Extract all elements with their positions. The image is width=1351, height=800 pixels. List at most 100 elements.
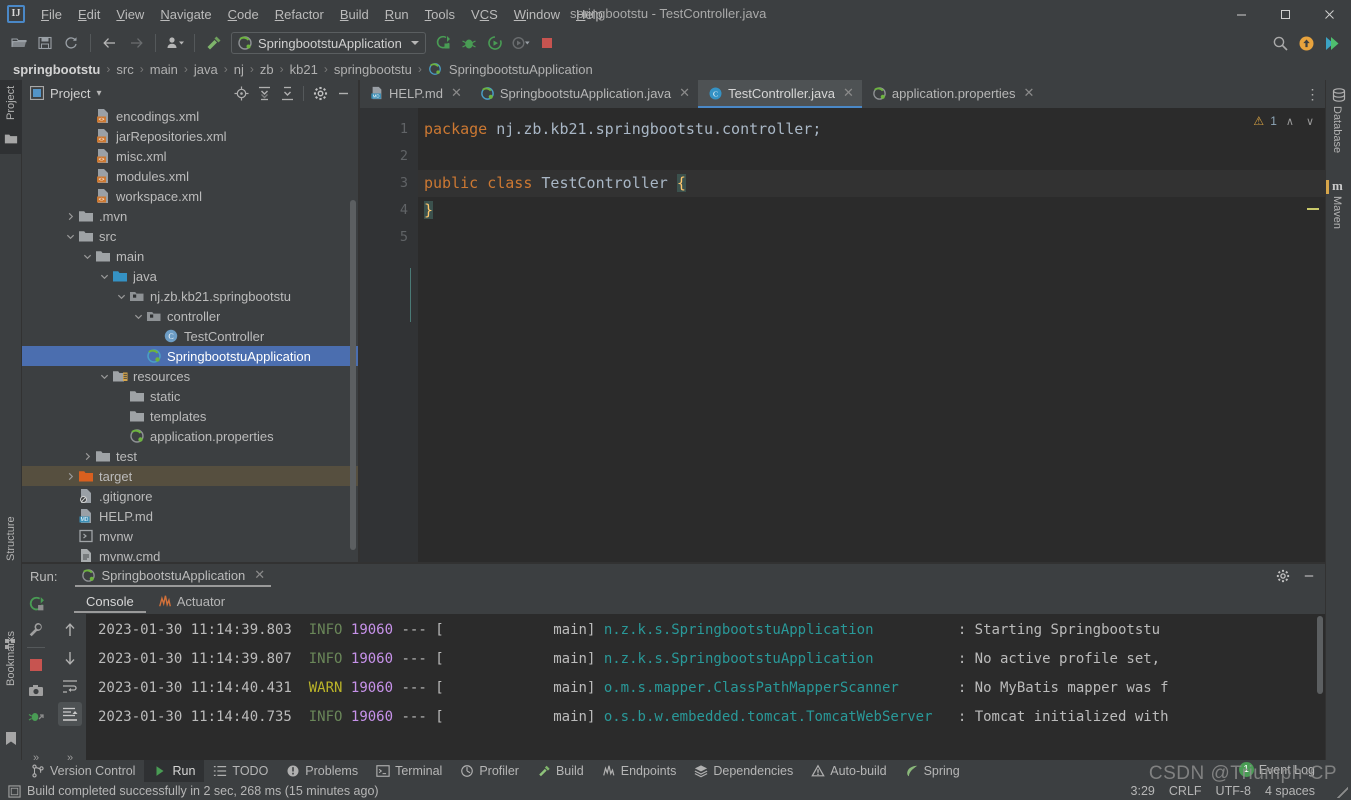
scroll-up-icon[interactable] bbox=[58, 618, 82, 642]
tool-window-button-dependencies[interactable]: Dependencies bbox=[685, 760, 802, 782]
next-problem-icon[interactable]: ∨ bbox=[1303, 115, 1317, 128]
breadcrumb-item-1[interactable]: src bbox=[113, 62, 136, 77]
wrench-icon[interactable] bbox=[24, 618, 48, 642]
chevron-down-icon[interactable] bbox=[98, 270, 110, 282]
menu-item-tools[interactable]: Tools bbox=[417, 4, 463, 25]
tree-node-misc-xml[interactable]: <> misc.xml bbox=[22, 146, 358, 166]
editor-tab-application-properties[interactable]: application.properties ✕ bbox=[862, 80, 1042, 108]
hide-panel-icon[interactable] bbox=[332, 82, 354, 104]
tree-node-controller[interactable]: controller bbox=[22, 306, 358, 326]
close-icon[interactable]: ✕ bbox=[254, 567, 265, 583]
code-editor[interactable]: 1 2 3 4 5 package nj.zb.kb21.springboots… bbox=[360, 108, 1325, 562]
tool-window-button-profiler[interactable]: Profiler bbox=[451, 760, 528, 782]
project-tree[interactable]: <> encodings.xml <> jarRepositories.xml <> mi… bbox=[22, 106, 358, 562]
ide-services-icon[interactable] bbox=[1319, 31, 1345, 55]
forward-arrow-icon[interactable] bbox=[123, 31, 149, 55]
caret-position[interactable]: 3:29 bbox=[1131, 784, 1155, 798]
tree-node-main[interactable]: main bbox=[22, 246, 358, 266]
breadcrumb-item-8[interactable]: SpringbootstuApplication bbox=[446, 62, 596, 77]
menu-item-window[interactable]: Window bbox=[506, 4, 568, 25]
menu-item-run[interactable]: Run bbox=[377, 4, 417, 25]
close-icon[interactable]: ✕ bbox=[451, 85, 462, 101]
breadcrumb-item-4[interactable]: nj bbox=[231, 62, 247, 77]
tool-window-button-run[interactable]: Run bbox=[144, 760, 205, 782]
close-icon[interactable]: ✕ bbox=[1024, 85, 1035, 101]
debug-thread-icon[interactable] bbox=[24, 705, 48, 729]
collapse-all-icon[interactable] bbox=[276, 82, 298, 104]
settings-gear-icon[interactable] bbox=[309, 82, 331, 104]
tool-window-button-terminal[interactable]: Terminal bbox=[367, 760, 451, 782]
tool-window-button-problems[interactable]: Problems bbox=[277, 760, 367, 782]
tree-node-mvn[interactable]: .mvn bbox=[22, 206, 358, 226]
tool-window-button-version-control[interactable]: Version Control bbox=[22, 760, 144, 782]
hammer-icon[interactable] bbox=[201, 31, 227, 55]
close-icon[interactable]: ✕ bbox=[843, 85, 854, 101]
menu-item-build[interactable]: Build bbox=[332, 4, 377, 25]
tool-window-button-todo[interactable]: TODO bbox=[204, 760, 277, 782]
tree-node-application-properties[interactable]: application.properties bbox=[22, 426, 358, 446]
chevron-right-icon[interactable] bbox=[64, 210, 76, 222]
chevron-right-icon[interactable] bbox=[64, 470, 76, 482]
menu-item-navigate[interactable]: Navigate bbox=[152, 4, 219, 25]
save-icon[interactable] bbox=[32, 31, 58, 55]
scroll-down-icon[interactable] bbox=[58, 646, 82, 670]
rerun-icon[interactable] bbox=[24, 592, 48, 616]
run-with-coverage-icon[interactable] bbox=[482, 31, 508, 55]
soft-wrap-icon[interactable] bbox=[58, 674, 82, 698]
tree-node-springbootstuapplication[interactable]: SpringbootstuApplication bbox=[22, 346, 358, 366]
editor-tab-springbootstuapplication-java[interactable]: SpringbootstuApplication.java ✕ bbox=[470, 80, 698, 108]
run-configuration-selector[interactable]: SpringbootstuApplication bbox=[231, 32, 426, 54]
maximize-button[interactable] bbox=[1263, 0, 1307, 28]
console-vertical-scrollbar[interactable] bbox=[1317, 616, 1323, 694]
chevron-down-icon[interactable] bbox=[132, 310, 144, 322]
tree-node-target[interactable]: target bbox=[22, 466, 358, 486]
hide-panel-icon[interactable] bbox=[1297, 564, 1321, 588]
tree-node-mvnw[interactable]: mvnw bbox=[22, 526, 358, 546]
debug-icon[interactable] bbox=[456, 31, 482, 55]
project-view-dropdown-icon[interactable]: ▾ bbox=[96, 88, 101, 99]
chevron-down-icon[interactable] bbox=[115, 290, 127, 302]
tool-window-button-endpoints[interactable]: Endpoints bbox=[593, 760, 686, 782]
tree-node-gitignore[interactable]: .gitignore bbox=[22, 486, 358, 506]
resize-grip[interactable] bbox=[1337, 787, 1348, 798]
chevron-down-icon[interactable] bbox=[81, 250, 93, 262]
menu-item-vcs[interactable]: VCS bbox=[463, 4, 506, 25]
minimize-button[interactable] bbox=[1219, 0, 1263, 28]
indent-setting[interactable]: 4 spaces bbox=[1265, 784, 1315, 798]
editor-gutter[interactable]: 1 2 3 4 5 bbox=[360, 108, 418, 562]
breadcrumb-item-6[interactable]: kb21 bbox=[287, 62, 321, 77]
chevron-down-icon[interactable] bbox=[98, 370, 110, 382]
scroll-to-end-icon[interactable] bbox=[58, 702, 82, 726]
camera-icon[interactable] bbox=[24, 679, 48, 703]
console-tab-actuator[interactable]: Actuator bbox=[146, 592, 237, 613]
tree-node-modules-xml[interactable]: <> modules.xml bbox=[22, 166, 358, 186]
stripe-label-database[interactable]: Database bbox=[1331, 106, 1343, 153]
tree-node-help-md[interactable]: MD HELP.md bbox=[22, 506, 358, 526]
profile-run-icon[interactable] bbox=[508, 31, 534, 55]
editor-marker-stripe-mark[interactable] bbox=[1307, 208, 1319, 210]
expand-all-icon[interactable] bbox=[253, 82, 275, 104]
tree-node-src[interactable]: src bbox=[22, 226, 358, 246]
chevron-down-icon[interactable] bbox=[64, 230, 76, 242]
search-icon[interactable] bbox=[1267, 31, 1293, 55]
tree-node-java[interactable]: java bbox=[22, 266, 358, 286]
run-icon[interactable] bbox=[430, 31, 456, 55]
locate-icon[interactable] bbox=[230, 82, 252, 104]
back-arrow-icon[interactable] bbox=[97, 31, 123, 55]
tree-node-workspace-xml[interactable]: <> workspace.xml bbox=[22, 186, 358, 206]
editor-tab-more-icon[interactable]: ⋮ bbox=[1301, 80, 1325, 108]
breadcrumb-item-5[interactable]: zb bbox=[257, 62, 277, 77]
console-tab-console[interactable]: Console bbox=[74, 592, 146, 613]
breadcrumb-item-3[interactable]: java bbox=[191, 62, 221, 77]
stripe-button-bookmarks[interactable]: Bookmarks bbox=[0, 625, 22, 717]
menu-item-file[interactable]: FFileile bbox=[33, 4, 70, 25]
breadcrumb-item-2[interactable]: main bbox=[147, 62, 181, 77]
code-content[interactable]: package nj.zb.kb21.springbootstu.control… bbox=[418, 108, 1325, 562]
stripe-label-maven[interactable]: Maven bbox=[1331, 196, 1343, 229]
inspection-widget[interactable]: ⚠ 1 ∧ ∨ bbox=[1253, 114, 1317, 128]
tree-node-nj-zb-kb21-springbootstu[interactable]: nj.zb.kb21.springbootstu bbox=[22, 286, 358, 306]
close-icon[interactable]: ✕ bbox=[679, 85, 690, 101]
profile-dropdown-icon[interactable] bbox=[162, 31, 188, 55]
tree-node-resources[interactable]: resources bbox=[22, 366, 358, 386]
console-output[interactable]: 2023-01-30 11:14:39.803 INFO 19060 --- [… bbox=[86, 614, 1325, 770]
